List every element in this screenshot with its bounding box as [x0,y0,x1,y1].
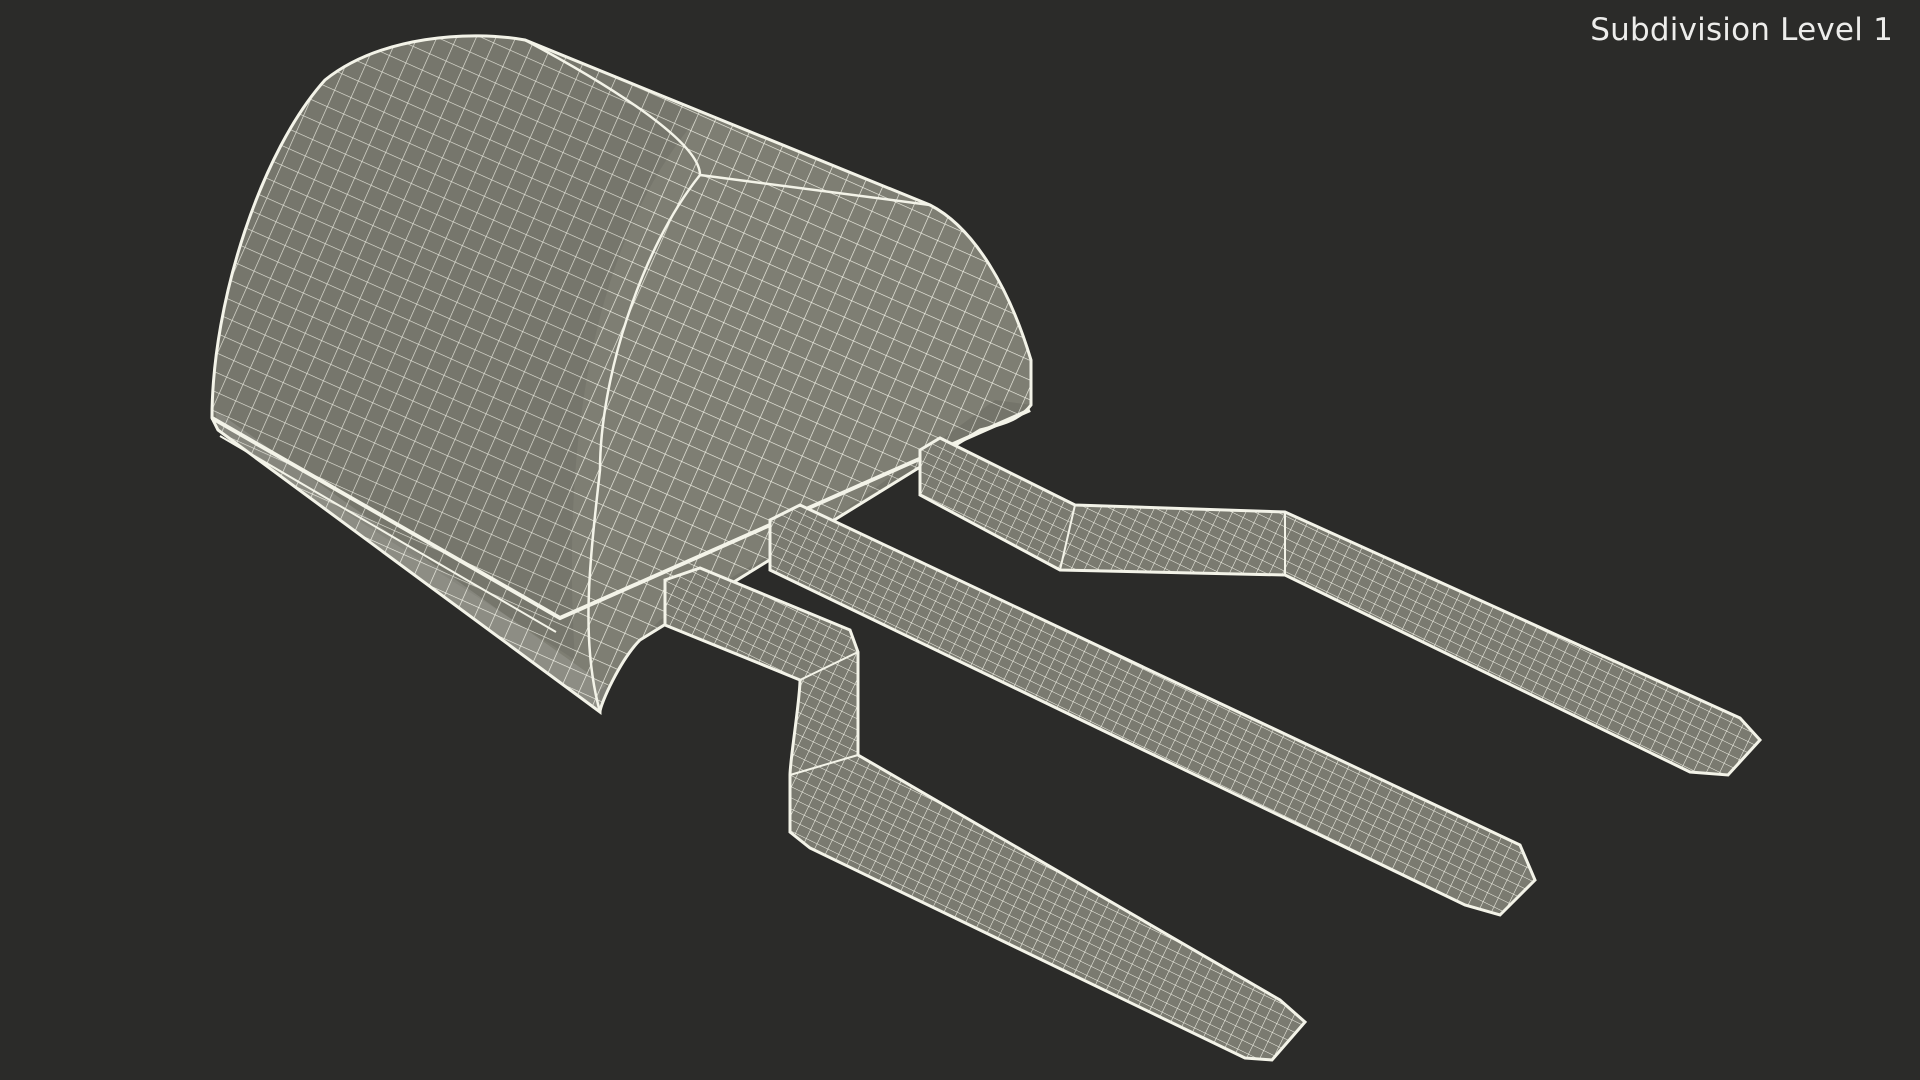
lead-right [918,436,1763,777]
subdivision-level-label: Subdivision Level 1 [1590,12,1893,48]
wireframe-render [210,34,1763,1062]
3d-viewport[interactable]: Subdivision Level 1 [0,0,1920,1080]
